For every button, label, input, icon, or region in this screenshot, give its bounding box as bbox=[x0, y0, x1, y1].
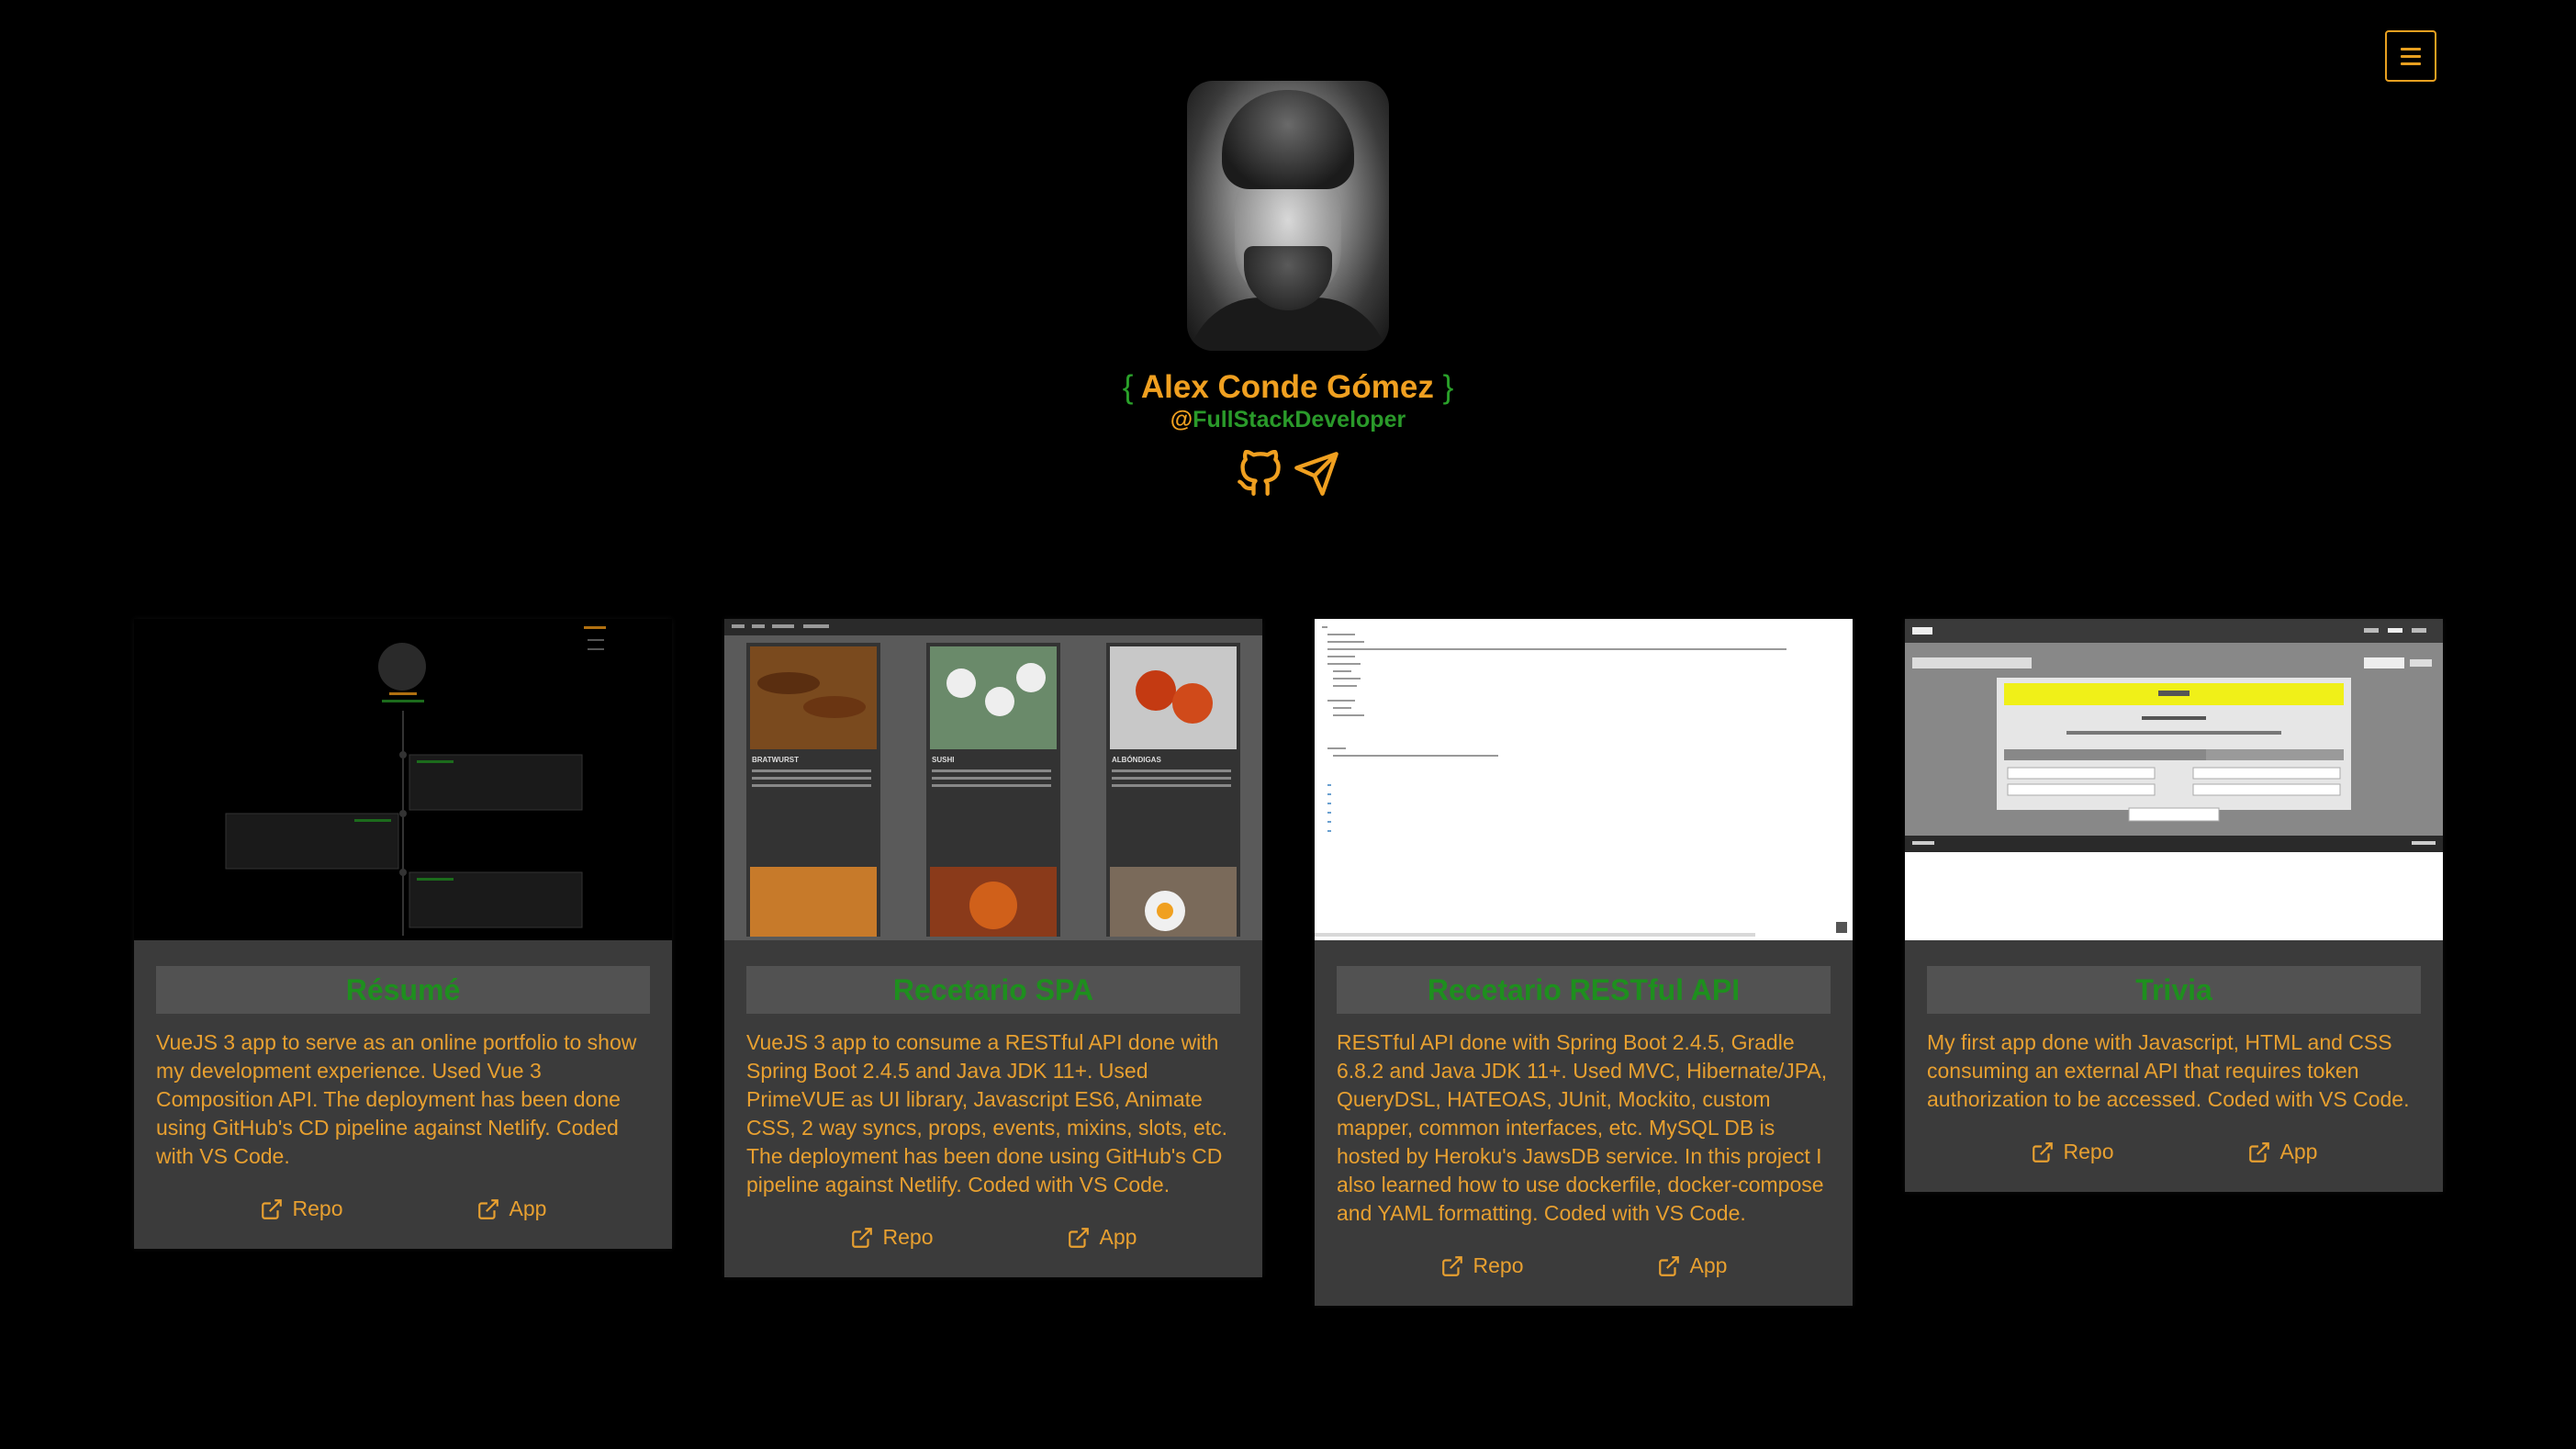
thumb-label: SUSHI bbox=[932, 756, 954, 764]
project-title: Recetario RESTful API bbox=[1337, 966, 1831, 1014]
external-link-icon bbox=[477, 1198, 498, 1219]
send-icon bbox=[1294, 452, 1338, 496]
repo-link[interactable]: Repo bbox=[850, 1225, 934, 1250]
external-link-icon bbox=[2248, 1141, 2269, 1163]
project-card-recetario-api: Recetario RESTful API RESTful API done w… bbox=[1315, 619, 1853, 1306]
project-card-trivia: Trivia My first app done with Javascript… bbox=[1905, 619, 2443, 1192]
github-link[interactable] bbox=[1236, 449, 1283, 498]
repo-link[interactable]: Repo bbox=[260, 1196, 343, 1221]
external-link-icon bbox=[1658, 1255, 1679, 1276]
project-thumbnail[interactable] bbox=[1905, 619, 2443, 940]
thumb-label: BRATWURST bbox=[752, 756, 799, 764]
app-link[interactable]: App bbox=[2247, 1140, 2317, 1164]
project-title: Recetario SPA bbox=[746, 966, 1240, 1014]
project-description: VueJS 3 app to consume a RESTful API don… bbox=[746, 1030, 1228, 1196]
project-thumbnail[interactable]: BRATWURST SUSHI ALBÓNDIGAS bbox=[724, 619, 1262, 940]
app-link[interactable]: App bbox=[1657, 1253, 1727, 1278]
thumb-label: ALBÓNDIGAS bbox=[1112, 756, 1161, 764]
external-link-icon bbox=[261, 1198, 282, 1219]
repo-link[interactable]: Repo bbox=[2031, 1140, 2114, 1164]
menu-button[interactable] bbox=[2385, 30, 2436, 82]
project-title: Trivia bbox=[1927, 966, 2421, 1014]
project-card-recetario-spa: BRATWURST SUSHI ALBÓNDIGAS Recetario SPA… bbox=[724, 619, 1262, 1277]
menu-icon-bar bbox=[2401, 47, 2421, 51]
external-link-icon bbox=[1068, 1227, 1089, 1248]
app-link[interactable]: App bbox=[476, 1196, 546, 1221]
project-thumbnail[interactable] bbox=[134, 619, 672, 940]
project-card-resume: Résumé VueJS 3 app to serve as an online… bbox=[134, 619, 672, 1249]
external-link-icon bbox=[1441, 1255, 1462, 1276]
menu-icon-bar bbox=[2401, 54, 2421, 58]
menu-icon-bar bbox=[2401, 62, 2421, 65]
social-links bbox=[1236, 449, 1340, 498]
profile-handle: @FullStackDeveloper bbox=[1170, 407, 1406, 432]
contact-link[interactable] bbox=[1293, 450, 1340, 498]
project-description: RESTful API done with Spring Boot 2.4.5,… bbox=[1337, 1030, 1828, 1225]
project-description: My first app done with Javascript, HTML … bbox=[1927, 1030, 2410, 1111]
avatar bbox=[1187, 81, 1389, 351]
github-icon bbox=[1238, 449, 1281, 496]
app-link[interactable]: App bbox=[1067, 1225, 1137, 1250]
project-thumbnail[interactable] bbox=[1315, 619, 1853, 940]
project-title: Résumé bbox=[156, 966, 650, 1014]
profile-name: { Alex Conde Gómez } bbox=[1122, 369, 1454, 405]
external-link-icon bbox=[851, 1227, 872, 1248]
repo-link[interactable]: Repo bbox=[1440, 1253, 1524, 1278]
project-description: VueJS 3 app to serve as an online portfo… bbox=[156, 1030, 637, 1168]
external-link-icon bbox=[2032, 1141, 2053, 1163]
